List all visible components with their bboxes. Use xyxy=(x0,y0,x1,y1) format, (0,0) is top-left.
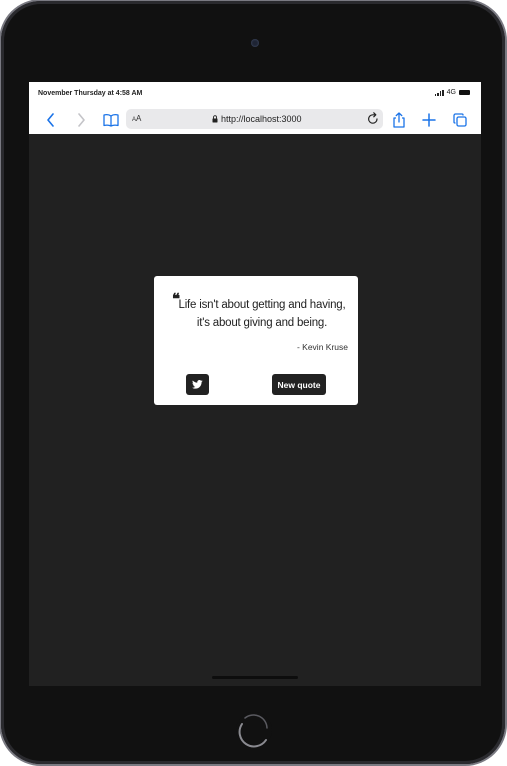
signal-icon xyxy=(434,89,444,96)
twitter-icon xyxy=(192,380,203,389)
forward-icon[interactable] xyxy=(71,110,91,130)
home-indicator[interactable] xyxy=(212,676,298,679)
quote-author: - Kevin Kruse xyxy=(296,342,348,352)
status-time: November Thursday at 4:58 AM xyxy=(38,90,143,97)
browser-toolbar: AA http://localhost:3000 xyxy=(29,106,481,134)
back-icon[interactable] xyxy=(41,110,61,130)
quote-card: ❝ Life isn't about getting and having, i… xyxy=(154,276,358,405)
url-display[interactable]: http://localhost:3000 xyxy=(212,114,302,124)
lock-icon xyxy=(212,115,218,123)
share-icon[interactable] xyxy=(389,110,409,130)
status-bar: November Thursday at 4:58 AM 4G xyxy=(29,82,481,106)
screen: November Thursday at 4:58 AM 4G AA http:… xyxy=(29,82,481,686)
url-text: http://localhost:3000 xyxy=(221,114,302,124)
address-bar[interactable]: AA http://localhost:3000 xyxy=(126,109,383,129)
home-button[interactable] xyxy=(234,710,274,750)
text-size-button[interactable]: AA xyxy=(132,114,141,123)
new-quote-button[interactable]: New quote xyxy=(272,374,326,395)
quote-text: Life isn't about getting and having, it'… xyxy=(178,299,346,329)
front-camera xyxy=(251,39,259,47)
tweet-button[interactable] xyxy=(186,374,209,395)
tabs-icon[interactable] xyxy=(450,110,470,130)
status-indicators: 4G xyxy=(434,89,470,96)
battery-icon xyxy=(459,90,470,95)
new-tab-icon[interactable] xyxy=(419,110,439,130)
bookmarks-icon[interactable] xyxy=(101,110,121,130)
reload-icon[interactable] xyxy=(367,112,379,130)
network-label: 4G xyxy=(446,89,456,96)
tablet-device: November Thursday at 4:58 AM 4G AA http:… xyxy=(1,1,505,764)
